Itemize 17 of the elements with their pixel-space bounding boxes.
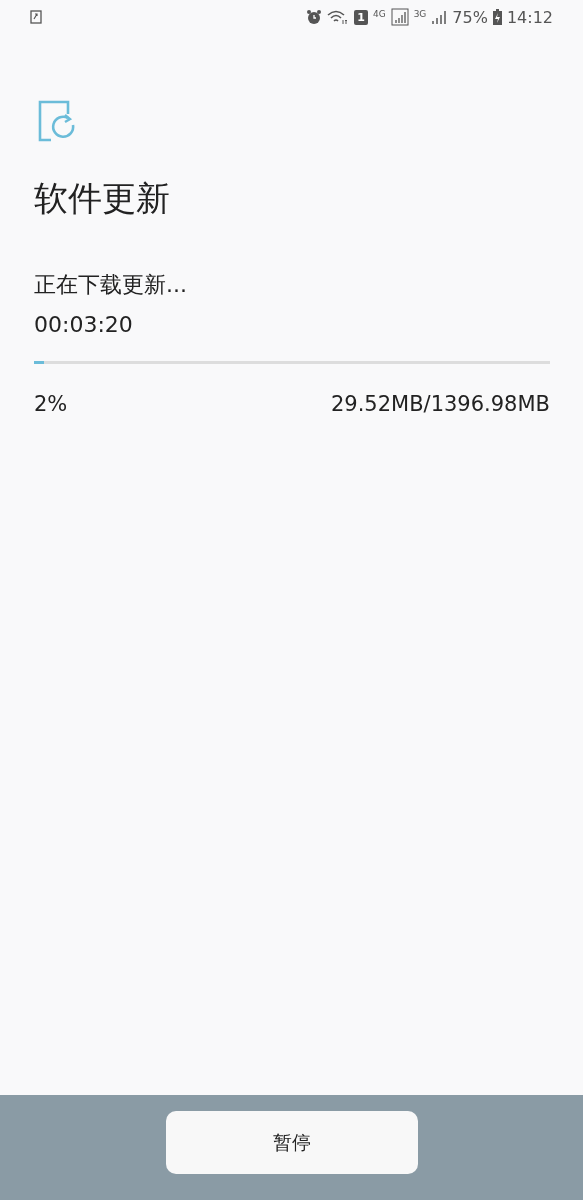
network-label: 3G bbox=[413, 9, 427, 19]
pause-button[interactable]: 暂停 bbox=[165, 1111, 418, 1174]
signal-icon bbox=[431, 9, 448, 25]
elapsed-time: 00:03:20 bbox=[34, 312, 134, 337]
progress-percent: 2% bbox=[34, 392, 68, 416]
clock: 14:12 bbox=[506, 7, 553, 27]
screen-rotate-icon bbox=[30, 10, 42, 24]
signal-icon bbox=[390, 8, 409, 26]
wifi-icon bbox=[327, 9, 350, 25]
download-size: 29.52MB/1396.98MB bbox=[330, 392, 550, 416]
download-status: 正在下载更新... bbox=[34, 271, 188, 299]
page-title: 软件更新 bbox=[34, 177, 171, 220]
network-label: 4G bbox=[372, 9, 386, 19]
alarm-icon bbox=[306, 9, 323, 25]
battery-charging-icon bbox=[492, 9, 502, 25]
sim-badge: 1 bbox=[354, 9, 368, 25]
battery-percent: 75% bbox=[452, 7, 488, 27]
